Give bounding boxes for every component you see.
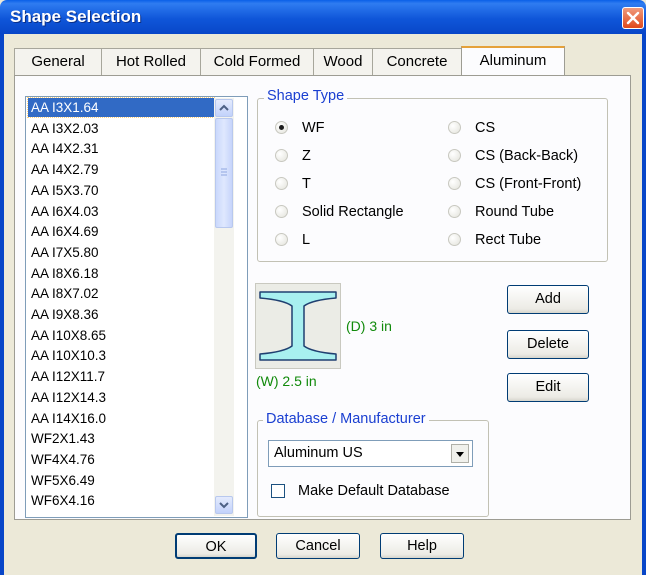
list-item[interactable]: AA I5X3.70 [28, 181, 214, 200]
tab-hot-rolled[interactable]: Hot Rolled [101, 48, 201, 75]
radio-dot [448, 121, 461, 134]
title-bar[interactable]: Shape Selection [0, 0, 646, 34]
list-item[interactable]: AA I10X10.3 [28, 346, 214, 365]
tab-concrete[interactable]: Concrete [372, 48, 462, 75]
radio-label: WF [302, 120, 325, 136]
depth-label: (D) 3 in [346, 318, 392, 334]
dropdown-button[interactable] [451, 444, 469, 463]
chevron-down-icon [456, 452, 464, 457]
arrow-down-icon [219, 502, 229, 509]
tab-cold-formed[interactable]: Cold Formed [200, 48, 314, 75]
radio-dot [275, 205, 288, 218]
radio-label: CS [475, 120, 496, 136]
width-label: (W) 2.5 in [256, 373, 317, 389]
list-item[interactable]: AA I8X7.02 [28, 284, 214, 303]
shape-type-legend: Shape Type [264, 88, 348, 104]
list-item[interactable]: AA I8X6.18 [28, 264, 214, 283]
list-item[interactable]: WF5X6.49 [28, 471, 214, 490]
shape-list[interactable]: AA I3X1.64 AA I3X2.03 AA I4X2.31 AA I4X2.79… [25, 96, 248, 518]
list-item[interactable]: AA I6X4.69 [28, 222, 214, 241]
radio-dot [448, 177, 461, 190]
close-icon [626, 11, 640, 25]
ok-button[interactable]: OK [175, 533, 257, 559]
scroll-up-button[interactable] [215, 99, 233, 117]
list-item[interactable]: AA I3X2.03 [28, 119, 214, 138]
radio-label: Z [302, 148, 311, 164]
window-frame-left [0, 34, 4, 575]
list-item[interactable]: AA I10X8.65 [28, 326, 214, 345]
radio-dot [448, 233, 461, 246]
window-frame-right [642, 34, 646, 575]
list-item[interactable]: AA I12X11.7 [28, 367, 214, 386]
list-scrollbar[interactable] [214, 98, 234, 516]
default-database-label: Make Default Database [298, 483, 450, 499]
radio-label: CS (Back-Back) [475, 148, 579, 164]
database-dropdown[interactable]: Aluminum US [268, 440, 473, 467]
radio-label: L [302, 232, 311, 248]
scroll-down-button[interactable] [215, 496, 233, 514]
database-legend: Database / Manufacturer [263, 411, 429, 427]
database-value: Aluminum US [274, 445, 363, 461]
radio-label: CS (Front-Front) [475, 176, 582, 192]
delete-button[interactable]: Delete [507, 330, 589, 359]
list-item[interactable]: AA I14X16.0 [28, 409, 214, 428]
list-item[interactable]: AA I6X4.03 [28, 202, 214, 221]
tab-wood[interactable]: Wood [313, 48, 373, 75]
radio-dot [448, 149, 461, 162]
radio-dot [448, 205, 461, 218]
list-item[interactable]: WF4X4.76 [28, 450, 214, 469]
radio-label: Solid Rectangle [302, 204, 404, 220]
shape-selection-dialog: Shape Selection General Hot Rolled Cold … [0, 0, 646, 575]
radio-dot [275, 149, 288, 162]
default-database-checkbox[interactable] [271, 484, 285, 498]
radio-label: T [302, 176, 311, 192]
radio-dot [275, 177, 288, 190]
grip-icon [221, 168, 227, 176]
section-preview [255, 283, 341, 369]
tab-general[interactable]: General [14, 48, 102, 75]
edit-button[interactable]: Edit [507, 373, 589, 402]
list-item[interactable]: AA I3X1.64 [27, 97, 215, 118]
cancel-button[interactable]: Cancel [276, 533, 360, 559]
radio-label: Round Tube [475, 204, 555, 220]
i-beam-icon [259, 291, 337, 361]
radio-label: Rect Tube [475, 232, 542, 248]
database-group [257, 420, 489, 517]
list-item[interactable]: AA I4X2.79 [28, 160, 214, 179]
tab-aluminum[interactable]: Aluminum [461, 46, 565, 77]
list-item[interactable]: WF6X4.16 [28, 491, 214, 510]
list-item[interactable]: AA I9X8.36 [28, 305, 214, 324]
list-item[interactable]: AA I12X14.3 [28, 388, 214, 407]
arrow-up-icon [219, 104, 229, 111]
add-button[interactable]: Add [507, 285, 589, 314]
window-title: Shape Selection [10, 7, 142, 26]
list-item[interactable]: AA I7X5.80 [28, 243, 214, 262]
list-item[interactable]: AA I4X2.31 [28, 139, 214, 158]
close-button[interactable] [622, 7, 644, 29]
scroll-thumb[interactable] [215, 118, 233, 228]
list-item[interactable]: WF2X1.43 [28, 429, 214, 448]
help-button[interactable]: Help [380, 533, 464, 559]
radio-dot [275, 121, 288, 134]
radio-dot [275, 233, 288, 246]
